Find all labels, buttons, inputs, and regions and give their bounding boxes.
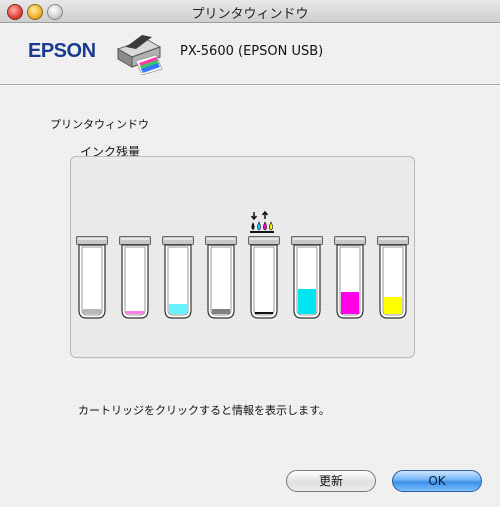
window-title: プリンタウィンドウ bbox=[191, 7, 309, 22]
ink-level-fill bbox=[384, 297, 402, 314]
ink-level-fill bbox=[126, 311, 144, 314]
ink-level-fill bbox=[212, 309, 230, 314]
ok-button[interactable]: OK bbox=[392, 470, 482, 492]
ink-level-fill bbox=[169, 304, 187, 314]
ink-cartridge-photo-black[interactable] bbox=[76, 236, 108, 320]
printer-window: プリンタウィンドウ EPSON PX-5600 (EPSON USB) プリンタ… bbox=[0, 0, 500, 507]
ink-cartridge-light-black[interactable] bbox=[205, 236, 237, 320]
ink-level-fill bbox=[341, 292, 359, 314]
hint-text: カートリッジをクリックすると情報を表示します。 bbox=[78, 404, 330, 417]
printer-model: PX-5600 (EPSON USB) bbox=[180, 44, 324, 59]
ink-level-fill bbox=[298, 289, 316, 314]
printer-icon bbox=[112, 27, 164, 76]
header: EPSON PX-5600 (EPSON USB) bbox=[0, 23, 500, 83]
ink-level-fill bbox=[83, 309, 101, 314]
ink-cartridge-light-magenta[interactable] bbox=[119, 236, 151, 320]
section-title: プリンタウィンドウ bbox=[50, 118, 149, 131]
ink-replace-icon bbox=[248, 210, 276, 235]
brand-logo: EPSON bbox=[28, 40, 96, 62]
ink-cartridge-cyan[interactable] bbox=[291, 236, 323, 320]
header-divider bbox=[0, 84, 500, 86]
ink-cartridge-matte-black[interactable] bbox=[248, 236, 280, 320]
ink-cartridge-yellow[interactable] bbox=[377, 236, 409, 320]
ink-cartridge-magenta[interactable] bbox=[334, 236, 366, 320]
ink-cartridge-light-cyan[interactable] bbox=[162, 236, 194, 320]
refresh-button[interactable]: 更新 bbox=[286, 470, 376, 492]
title-bar: プリンタウィンドウ bbox=[0, 0, 500, 23]
ink-level-fill bbox=[255, 312, 273, 314]
